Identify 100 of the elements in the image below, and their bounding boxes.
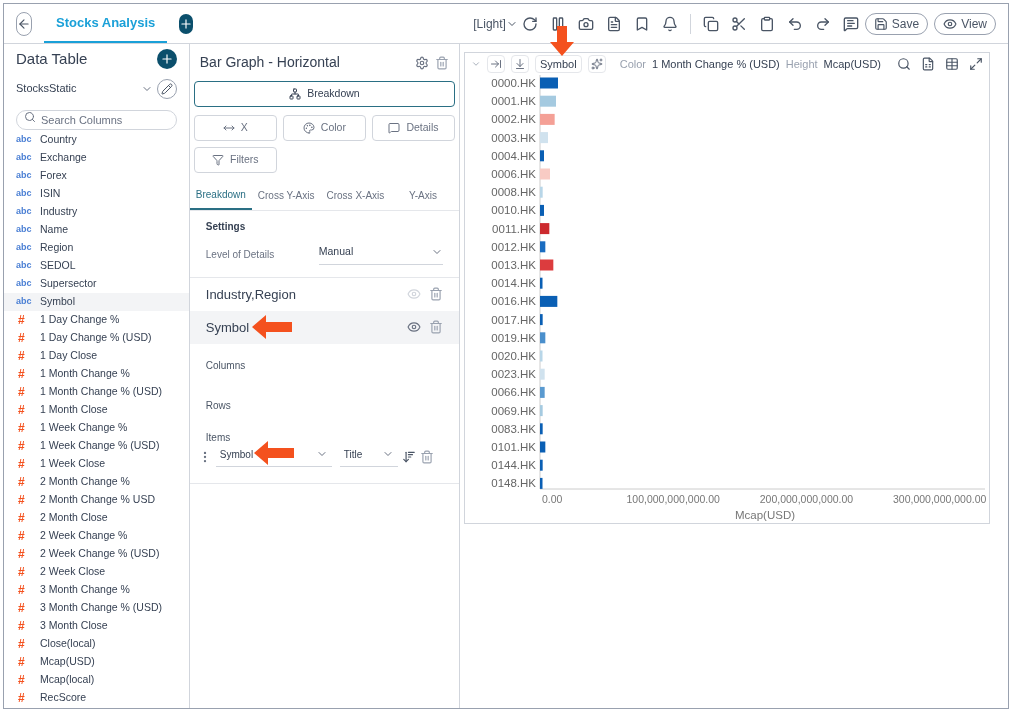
- number-type-label: #: [17, 455, 26, 473]
- column-item[interactable]: # 3 Month Close: [4, 616, 189, 635]
- column-item[interactable]: # 2 Week Change % (USD): [4, 544, 189, 563]
- breakdown-chip[interactable]: Symbol: [535, 55, 582, 73]
- column-name: 1 Day Change %: [40, 311, 120, 327]
- text-type-label: abc: [16, 258, 33, 272]
- column-item[interactable]: # 1 Month Change % (USD): [4, 382, 189, 401]
- height-variable: Mcap(USD): [823, 56, 881, 72]
- column-name: Exchange: [40, 149, 87, 165]
- column-item[interactable]: # 1 Day Close: [4, 346, 189, 365]
- number-type-label: #: [17, 635, 26, 653]
- column-name: Mcap(USD): [40, 653, 95, 669]
- column-item[interactable]: abc Symbol: [4, 292, 189, 311]
- column-name: Supersector: [40, 275, 97, 291]
- number-type-label: #: [17, 671, 26, 689]
- settings-tab[interactable]: Cross Y-Axis: [251, 183, 321, 210]
- number-type-label: #: [17, 383, 26, 401]
- settings-tab[interactable]: Cross X-Axis: [320, 183, 391, 210]
- column-name: 2 Week Change %: [40, 527, 128, 543]
- column-item[interactable]: abc Forex: [4, 166, 189, 185]
- column-item[interactable]: abc Industry: [4, 202, 189, 221]
- column-name: 1 Week Close: [40, 455, 106, 471]
- column-item[interactable]: # 3 Month Change %: [4, 580, 189, 599]
- column-item[interactable]: # 1 Day Change % (USD): [4, 328, 189, 347]
- settings-tab[interactable]: Breakdown: [189, 183, 252, 210]
- height-label: Height: [785, 56, 818, 72]
- category-label: 0012.HK: [491, 240, 536, 253]
- search-field[interactable]: Search Columns: [16, 109, 177, 130]
- column-item[interactable]: # 1 Week Change %: [4, 418, 189, 437]
- column-name: Symbol: [40, 293, 75, 309]
- number-type-label: #: [17, 653, 26, 671]
- color-variable: 1 Month Change % (USD): [652, 56, 780, 72]
- tick-label: 100,000,000,000.00: [626, 493, 720, 505]
- column-item[interactable]: # 1 Day Change %: [4, 310, 189, 329]
- settings-tab[interactable]: Y-Axis: [403, 183, 443, 210]
- column-item[interactable]: # 2 Week Change %: [4, 526, 189, 545]
- item-format-dropdown[interactable]: Title: [339, 446, 398, 467]
- number-type-label: #: [17, 437, 26, 455]
- section-label: Items: [204, 430, 232, 445]
- category-label: 0066.HK: [491, 386, 536, 399]
- category-label: 0013.HK: [491, 259, 536, 271]
- column-item[interactable]: abc Name: [4, 220, 189, 239]
- column-name: 1 Month Change %: [40, 365, 130, 381]
- column-item[interactable]: # Mcap(USD): [4, 652, 189, 671]
- category-label: 0020.HK: [491, 350, 536, 362]
- breakdown-level[interactable]: Industry,Region: [189, 277, 459, 311]
- number-type-label: #: [17, 527, 26, 545]
- variable-button[interactable]: Details: [371, 115, 455, 141]
- theme-dropdown[interactable]: [Light]: [473, 14, 519, 33]
- column-item[interactable]: # 2 Month Change %: [4, 472, 189, 491]
- column-item[interactable]: # Close(local): [4, 634, 189, 653]
- number-type-label: #: [17, 347, 26, 365]
- column-name: 1 Week Change %: [40, 419, 128, 435]
- column-item[interactable]: # 3 Month Change % (USD): [4, 598, 189, 617]
- category-label: 0017.HK: [491, 313, 536, 326]
- column-name: 3 Month Close: [40, 617, 108, 633]
- column-item[interactable]: abc ISIN: [4, 184, 189, 203]
- number-type-label: #: [17, 563, 26, 581]
- breakdown-button[interactable]: Breakdown: [193, 81, 455, 107]
- column-item[interactable]: # Mcap(local): [4, 670, 189, 689]
- column-item[interactable]: # 1 Month Change %: [4, 364, 189, 383]
- category-label: 0010.HK: [491, 204, 536, 217]
- category-label: 0002.HK: [491, 113, 536, 126]
- column-item[interactable]: abc Region: [4, 238, 189, 257]
- number-type-label: #: [17, 473, 26, 491]
- breakdown-level[interactable]: Symbol: [189, 310, 459, 344]
- column-item[interactable]: abc Supersector: [4, 274, 189, 293]
- column-name: Forex: [40, 167, 67, 183]
- column-name: Country: [40, 131, 77, 147]
- column-name: Close(local): [40, 635, 96, 651]
- column-name: RecScore: [40, 689, 87, 705]
- column-name: 2 Month Close: [40, 509, 108, 525]
- number-type-label: #: [17, 311, 26, 329]
- text-type-label: abc: [16, 222, 33, 236]
- column-item[interactable]: abc Exchange: [4, 148, 189, 167]
- column-name: 2 Month Change % USD: [40, 491, 155, 507]
- column-item[interactable]: # 2 Month Change % USD: [4, 490, 189, 509]
- category-label: 0008.HK: [491, 186, 536, 199]
- variable-button[interactable]: Filters: [193, 147, 277, 173]
- column-item[interactable]: # RecScore: [4, 688, 189, 707]
- column-name: 1 Day Close: [40, 347, 98, 363]
- column-name: 1 Month Change % (USD): [40, 383, 162, 399]
- variable-button[interactable]: X: [193, 115, 277, 141]
- column-item[interactable]: # 1 Week Change % (USD): [4, 436, 189, 455]
- column-item[interactable]: # 2 Month Close: [4, 508, 189, 527]
- number-type-label: #: [17, 365, 26, 383]
- column-item[interactable]: # 2 Week Close: [4, 562, 189, 581]
- column-item[interactable]: abc SEDOL: [4, 256, 189, 275]
- category-label: 0019.HK: [491, 331, 536, 344]
- category-label: 0023.HK: [491, 368, 536, 381]
- source-dropdown[interactable]: StocksStatic: [16, 80, 157, 97]
- level-dropdown[interactable]: Manual: [318, 244, 443, 265]
- variable-button[interactable]: Color: [282, 115, 366, 141]
- column-name: ISIN: [40, 185, 61, 201]
- category-label: 0148.HK: [491, 477, 536, 490]
- column-item[interactable]: # 1 Month Close: [4, 400, 189, 419]
- column-item[interactable]: abc Country: [4, 130, 189, 149]
- text-type-label: abc: [16, 276, 33, 290]
- column-item[interactable]: # 1 Week Close: [4, 454, 189, 473]
- category-label: 0003.HK: [491, 131, 536, 144]
